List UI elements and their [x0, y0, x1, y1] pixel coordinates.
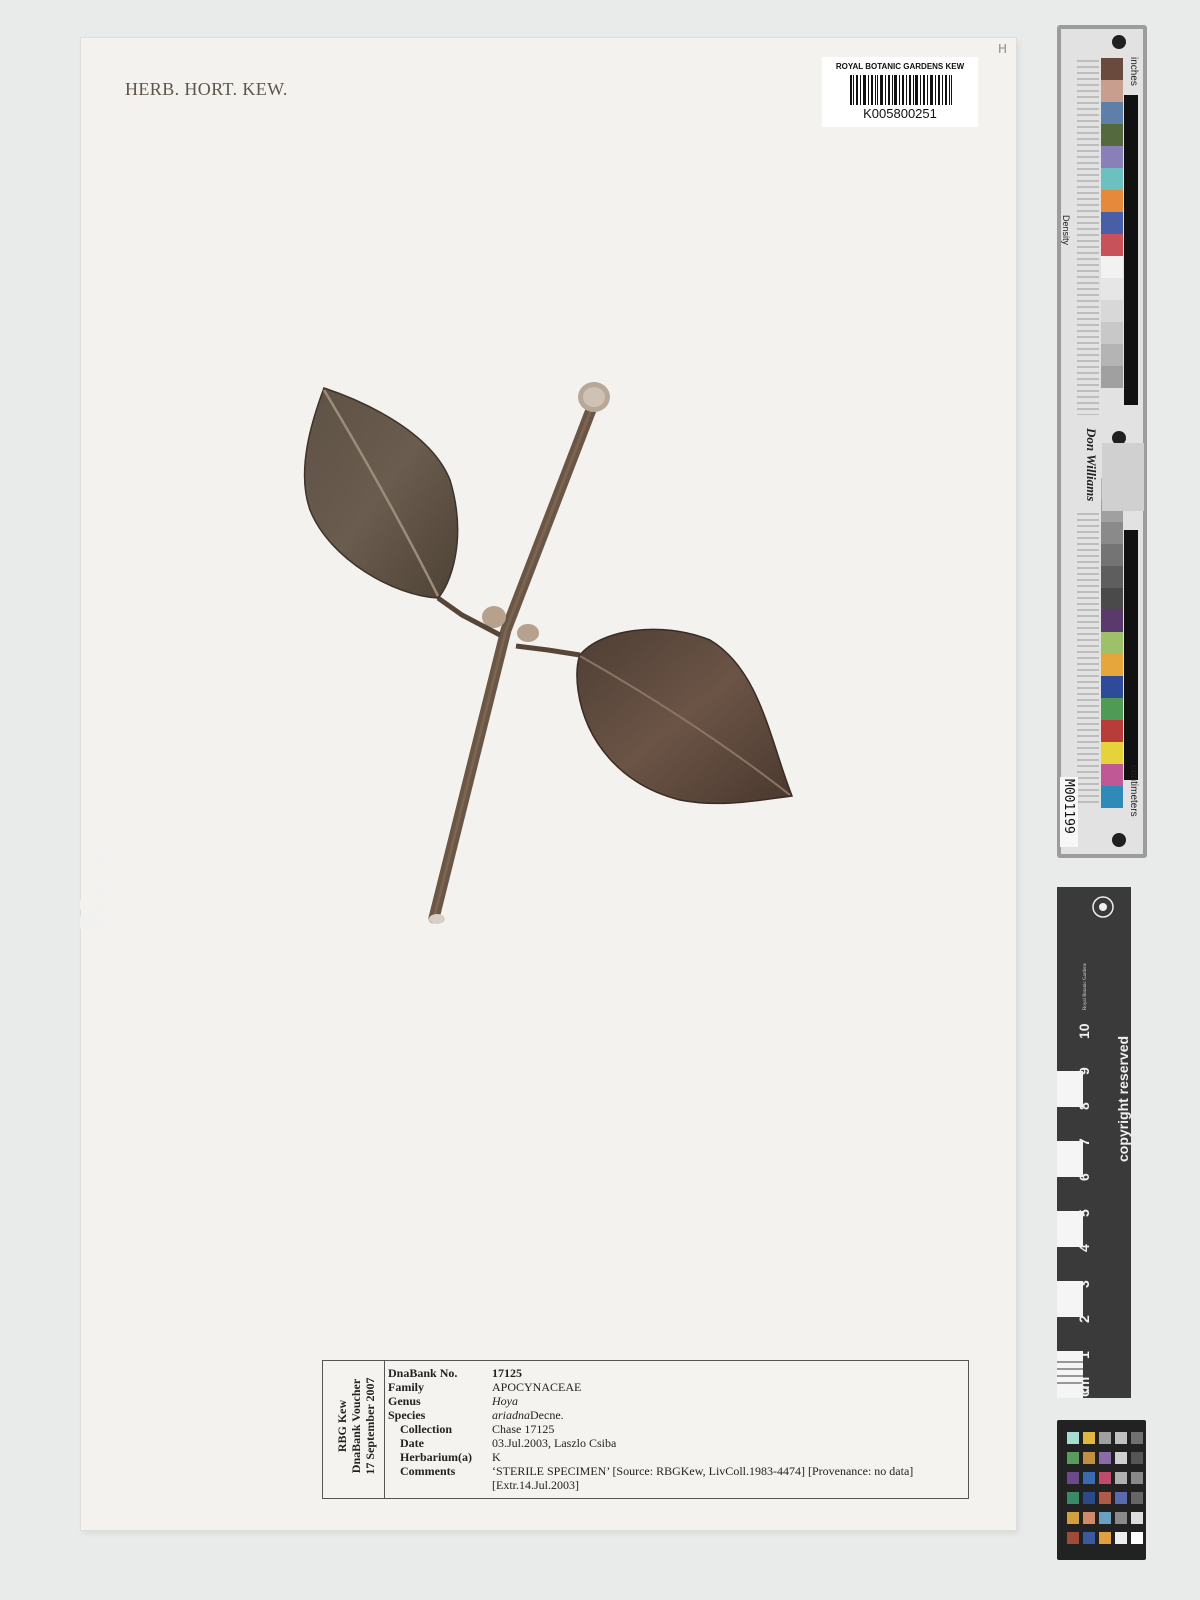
colour-checker [1057, 1420, 1146, 1560]
label-row: Genus Hoya [388, 1394, 518, 1408]
checker-cell [1067, 1492, 1079, 1504]
colour-patch [1101, 676, 1123, 698]
checker-cell [1131, 1432, 1143, 1444]
scale-number: 8 [1076, 1102, 1092, 1110]
node-bud [517, 624, 539, 642]
checker-cell [1115, 1432, 1127, 1444]
checker-cell [1083, 1512, 1095, 1524]
label-row: Date 03.Jul.2003, Laszlo Csiba [400, 1436, 617, 1450]
don-williams-logo: Don Williams [1084, 428, 1099, 502]
kew-crest-icon [1092, 896, 1114, 918]
checker-cell [1131, 1512, 1143, 1524]
grey-patch [1101, 544, 1123, 566]
checker-cell [1083, 1492, 1095, 1504]
copyright-text: copyright reserved [1115, 1035, 1131, 1162]
checker-cell [1067, 1472, 1079, 1484]
stem [428, 396, 600, 924]
grey-patch [1101, 588, 1123, 610]
checker-cell [1115, 1452, 1127, 1464]
scale-number: 9 [1076, 1066, 1092, 1075]
checker-cell [1115, 1512, 1127, 1524]
colour-patch [1101, 786, 1123, 808]
label-row: Species ariadna Decne. [388, 1408, 564, 1422]
checker-cell [1083, 1532, 1095, 1544]
colour-patch [1101, 610, 1123, 632]
checker-cell [1099, 1512, 1111, 1524]
scale-number: 2 [1076, 1315, 1092, 1323]
checker-cell [1067, 1532, 1079, 1544]
centimeters-label: centimeters [1128, 765, 1139, 817]
checker-cell [1083, 1452, 1095, 1464]
cm-label: cm [1076, 1376, 1092, 1397]
scale-number: 1 [1076, 1350, 1092, 1359]
ruler-hole [1112, 35, 1126, 49]
scale-number: 4 [1076, 1244, 1092, 1252]
grey-patch [1101, 278, 1123, 300]
scale-number: 6 [1076, 1173, 1092, 1181]
grey-card [1102, 443, 1144, 511]
checker-cell [1099, 1452, 1111, 1464]
colour-patch [1101, 212, 1123, 234]
grey-patch [1101, 322, 1123, 344]
label-row: [Extr.14.Jul.2003] [492, 1478, 579, 1492]
kew-logo-subtitle: Royal Botanic Gardens [1083, 963, 1088, 1010]
scale-number: 3 [1076, 1279, 1092, 1288]
kew-logo: Kew [69, 843, 120, 930]
colour-patch [1101, 654, 1123, 676]
colour-patch [1101, 720, 1123, 742]
checker-cell [1099, 1492, 1111, 1504]
checker-cell [1067, 1432, 1079, 1444]
grey-patch [1101, 256, 1123, 278]
colour-patch [1101, 102, 1123, 124]
checker-cell [1115, 1532, 1127, 1544]
colour-patch [1101, 80, 1123, 102]
label-row: Family APOCYNACEAE [388, 1380, 582, 1394]
scale-number: 10 [1076, 1023, 1092, 1039]
colour-patch [1101, 146, 1123, 168]
ruler-code: M001199 [1060, 777, 1078, 847]
colour-patch [1101, 234, 1123, 256]
checker-cell [1115, 1472, 1127, 1484]
density-label: Density [1061, 215, 1071, 246]
label-row: Herbarium(a) K [400, 1450, 501, 1464]
checker-cell [1083, 1472, 1095, 1484]
checker-cell [1131, 1532, 1143, 1544]
label-row: Comments ‘STERILE SPECIMEN’ [Source: RBGK… [400, 1464, 914, 1478]
dnabank-label: RBG Kew DnaBank Voucher 17 September 200… [322, 1360, 969, 1499]
checker-cell [1115, 1492, 1127, 1504]
label-row: Collection Chase 17125 [400, 1422, 555, 1436]
colour-patch [1101, 742, 1123, 764]
voucher-block: RBG Kew DnaBank Voucher 17 September 200… [335, 1377, 377, 1475]
grey-patch [1101, 522, 1123, 544]
checker-cell [1099, 1472, 1111, 1484]
colour-patch [1101, 168, 1123, 190]
grey-patch [1101, 300, 1123, 322]
grey-patch [1101, 366, 1123, 388]
checker-cell [1131, 1492, 1143, 1504]
scale-number: 5 [1076, 1208, 1092, 1217]
upper-leaf [303, 387, 459, 599]
colour-patch [1101, 698, 1123, 720]
checker-cell [1131, 1472, 1143, 1484]
colour-patch [1101, 58, 1123, 80]
grey-patch [1101, 566, 1123, 588]
colour-patch [1101, 124, 1123, 146]
grey-patch [1101, 344, 1123, 366]
colour-patch [1101, 190, 1123, 212]
checker-cell [1067, 1512, 1079, 1524]
label-row: DnaBank No. 17125 [388, 1366, 522, 1380]
checker-cell [1099, 1532, 1111, 1544]
colour-patch [1101, 764, 1123, 786]
inches-label: inches [1128, 57, 1139, 86]
colour-ruler: inches centimeters Density Don Williams … [1057, 25, 1147, 858]
checker-cell [1083, 1432, 1095, 1444]
lower-leaf [576, 628, 794, 805]
scale-number: 7 [1076, 1137, 1092, 1146]
checker-cell [1131, 1452, 1143, 1464]
checker-cell [1099, 1432, 1111, 1444]
colour-patch [1101, 632, 1123, 654]
checker-cell [1067, 1452, 1079, 1464]
